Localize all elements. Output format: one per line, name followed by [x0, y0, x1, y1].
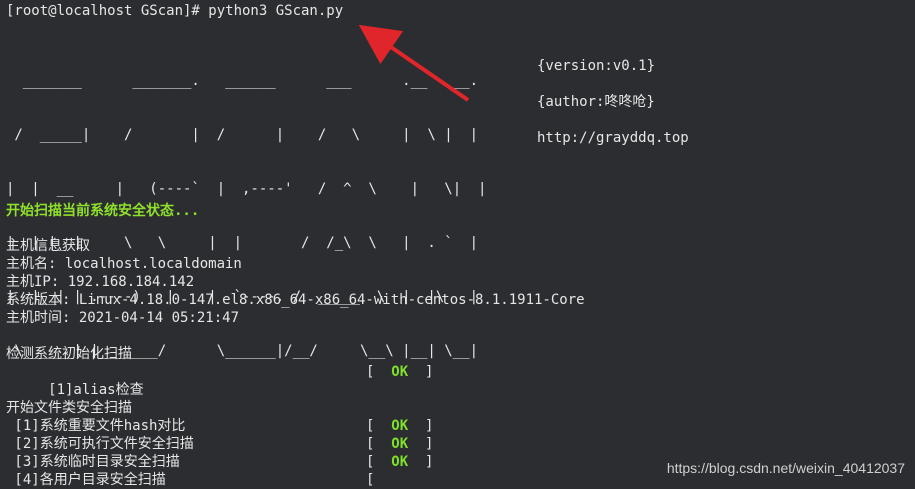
host-time-line: 主机时间: 2021-04-14 05:21:47	[6, 310, 240, 326]
file-section-title: 开始文件类安全扫描	[6, 400, 132, 416]
scan-status: [ OK ]	[366, 436, 434, 452]
host-ip-line: 主机IP: 192.168.184.142	[6, 274, 195, 290]
ok-status-badge: OK	[391, 418, 409, 434]
host-section-title: 主机信息获取	[6, 238, 90, 254]
csdn-watermark: https://blog.csdn.net/weixin_40412037	[666, 460, 905, 476]
scan-item-label: [1]系统重要文件hash对比	[6, 418, 186, 434]
author-label: {author:咚咚呛}	[537, 94, 655, 110]
ok-status-badge: OK	[391, 454, 409, 470]
website-label: http://grayddq.top	[537, 130, 689, 146]
ascii-line: / _____| / | / | / \ | \ | |	[6, 127, 487, 143]
init-section-title: 检测系统初始化扫描	[6, 346, 132, 362]
ascii-line: _______ _______. ______ ___ .__ __.	[6, 73, 487, 89]
scan-status: [ OK ]	[366, 418, 434, 434]
ok-status-badge: OK	[391, 364, 409, 380]
scan-item-label: [2]系统可执行文件安全扫描	[6, 436, 194, 452]
command-prompt: [root@localhost GScan]# python3 GScan.py	[6, 3, 344, 19]
start-scan-message: 开始扫描当前系统安全状态...	[6, 203, 200, 219]
os-version-line: 系统版本: Linux-4.18.0-147.el8.x86_64-x86_64…	[6, 292, 585, 308]
version-label: {version:v0.1}	[537, 58, 656, 74]
scan-status: [ OK ]	[366, 364, 434, 380]
ascii-line: | | __ | (----` | ,----' / ^ \ | \| |	[6, 181, 495, 197]
ok-status-badge: OK	[391, 436, 409, 452]
scan-item-label: [4]各用户目录安全扫描	[6, 472, 166, 488]
terminal-window[interactable]: [root@localhost GScan]# python3 GScan.py…	[0, 0, 915, 488]
scan-status: [ OK ]	[366, 454, 434, 470]
host-name-line: 主机名: localhost.localdomain	[6, 256, 242, 272]
scan-item-label: [3]系统临时目录安全扫描	[6, 454, 180, 470]
scan-status: [	[366, 472, 375, 488]
scan-item-label: [1]alias检查	[39, 382, 144, 398]
